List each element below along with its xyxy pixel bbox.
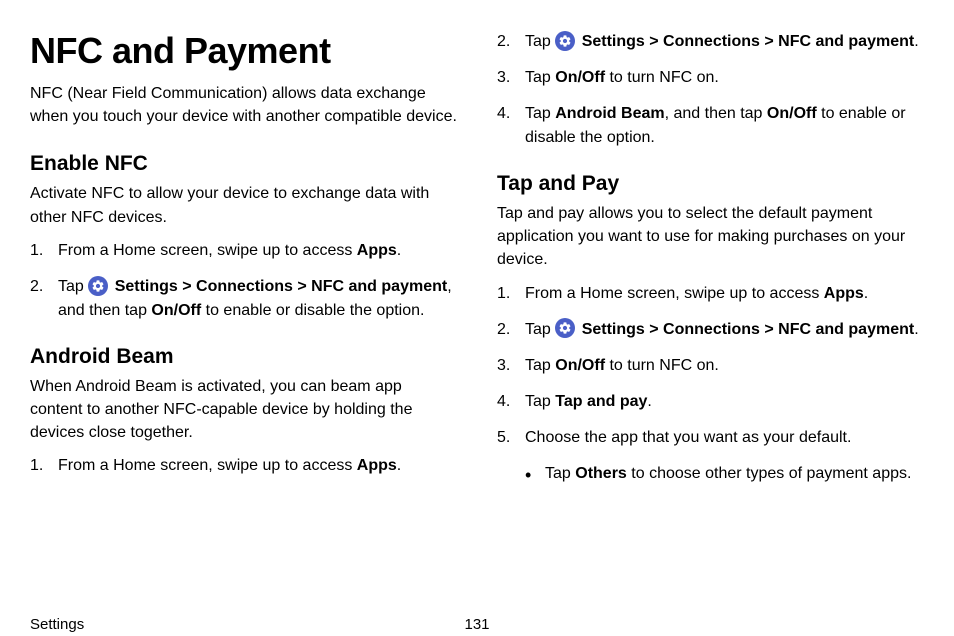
enable-nfc-step-1: 1. From a Home screen, swipe up to acces… [30,239,457,263]
step-number: 1. [497,282,510,306]
step-text: Tap [525,357,555,374]
onoff-label: On/Off [555,357,605,374]
step-text: to turn NFC on. [605,69,719,86]
connections-label: Connections [663,33,760,50]
bullet-text: to choose other types of payment apps. [627,465,912,482]
tap-pay-section: Tap and Pay Tap and pay allows you to se… [497,172,924,486]
tap-pay-bullet-1: Tap Others to choose other types of paym… [525,462,924,486]
step-text: Tap [525,33,555,50]
step-text: Tap [525,69,555,86]
settings-label: Settings [577,33,645,50]
settings-label: Settings [110,278,178,295]
period: . [864,285,868,302]
left-column: NFC and Payment NFC (Near Field Communic… [30,30,457,585]
tap-pay-heading: Tap and Pay [497,172,924,196]
nfc-payment-label: NFC and payment [778,33,914,50]
android-beam-steps: 1. From a Home screen, swipe up to acces… [30,454,457,478]
tap-pay-steps: 1. From a Home screen, swipe up to acces… [497,282,924,450]
footer-page-number: 131 [464,616,489,633]
period: . [914,321,918,338]
step-number: 5. [497,426,510,450]
period: . [914,33,918,50]
sep: > [645,33,663,50]
settings-icon [555,31,575,51]
tap-pay-desc: Tap and pay allows you to select the def… [497,202,924,272]
tap-pay-step-2: 2. Tap Settings > Connections > NFC and … [497,318,924,342]
step-number: 2. [497,318,510,342]
tap-pay-step-4: 4. Tap Tap and pay. [497,390,924,414]
apps-label: Apps [824,285,864,302]
settings-label: Settings [577,321,645,338]
android-beam-heading: Android Beam [30,345,457,369]
period: . [397,457,401,474]
step-number: 4. [497,390,510,414]
android-beam-steps-cont: 2. Tap Settings > Connections > NFC and … [497,30,924,150]
step-text: Tap [58,278,88,295]
sep: > [293,278,311,295]
tap-pay-step-1: 1. From a Home screen, swipe up to acces… [497,282,924,306]
step-text: Choose the app that you want as your def… [525,429,851,446]
onoff-label: On/Off [555,69,605,86]
step-text: to enable or disable the option. [201,302,424,319]
step-number: 1. [30,454,43,478]
android-beam-step-1: 1. From a Home screen, swipe up to acces… [30,454,457,478]
page-intro: NFC (Near Field Communication) allows da… [30,82,457,128]
sep: > [760,33,778,50]
enable-nfc-desc: Activate NFC to allow your device to exc… [30,182,457,228]
onoff-label: On/Off [767,105,817,122]
step-number: 2. [497,30,510,54]
step-text: Tap [525,393,555,410]
right-column: 2. Tap Settings > Connections > NFC and … [497,30,924,585]
period: . [647,393,651,410]
android-beam-step-2: 2. Tap Settings > Connections > NFC and … [497,30,924,54]
enable-nfc-section: Enable NFC Activate NFC to allow your de… [30,152,457,322]
tap-pay-step-5: 5. Choose the app that you want as your … [497,426,924,450]
nfc-payment-label: NFC and payment [778,321,914,338]
settings-icon [555,318,575,338]
step-number: 1. [30,239,43,263]
apps-label: Apps [357,242,397,259]
sep: > [645,321,663,338]
page-title: NFC and Payment [30,30,457,72]
enable-nfc-step-2: 2. Tap Settings > Connections > NFC and … [30,275,457,323]
bullet-text: Tap [545,465,575,482]
step-text: to turn NFC on. [605,357,719,374]
footer-section: Settings [30,616,84,633]
step-text: Tap [525,105,555,122]
apps-label: Apps [357,457,397,474]
tap-pay-step-3: 3. Tap On/Off to turn NFC on. [497,354,924,378]
onoff-label: On/Off [151,302,201,319]
android-beam-desc: When Android Beam is activated, you can … [30,375,457,445]
nfc-payment-label: NFC and payment [311,278,447,295]
android-beam-section: Android Beam When Android Beam is activa… [30,345,457,479]
android-beam-step-4: 4. Tap Android Beam, and then tap On/Off… [497,102,924,150]
step-number: 3. [497,66,510,90]
step-text: , and then tap [665,105,767,122]
enable-nfc-steps: 1. From a Home screen, swipe up to acces… [30,239,457,323]
android-beam-step-3: 3. Tap On/Off to turn NFC on. [497,66,924,90]
step-text: From a Home screen, swipe up to access [58,242,357,259]
connections-label: Connections [196,278,293,295]
android-beam-label: Android Beam [555,105,664,122]
others-label: Others [575,465,627,482]
sep: > [760,321,778,338]
step-number: 4. [497,102,510,126]
connections-label: Connections [663,321,760,338]
sep: > [178,278,196,295]
step-text: Tap [525,321,555,338]
step-number: 2. [30,275,43,299]
enable-nfc-heading: Enable NFC [30,152,457,176]
tap-and-pay-label: Tap and pay [555,393,647,410]
step-text: From a Home screen, swipe up to access [525,285,824,302]
settings-icon [88,276,108,296]
tap-pay-bullets: Tap Others to choose other types of paym… [497,462,924,486]
step-number: 3. [497,354,510,378]
step-text: From a Home screen, swipe up to access [58,457,357,474]
period: . [397,242,401,259]
